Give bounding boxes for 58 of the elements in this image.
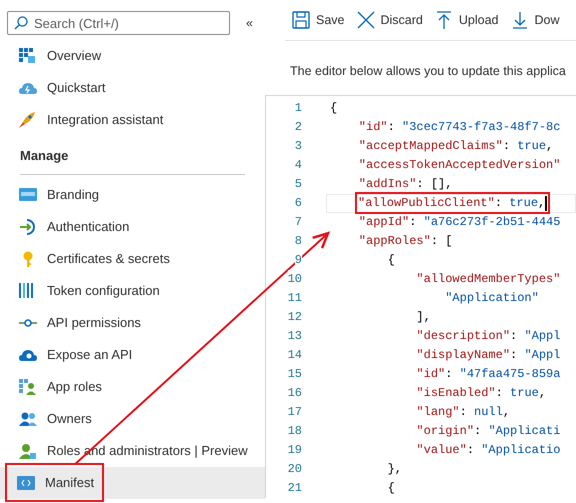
code-line: "appRoles": [ — [358, 233, 452, 250]
sidebar-item[interactable]: Overview — [0, 40, 265, 72]
toolbar-button[interactable]: Upload — [434, 10, 498, 30]
sidebar-item[interactable]: API permissions — [0, 306, 265, 338]
code-line: "origin": "Applicati — [415, 423, 560, 440]
people-icon — [19, 410, 37, 426]
sidebar-item[interactable]: Authentication — [0, 210, 265, 242]
sidebar-item[interactable]: Quickstart — [0, 72, 265, 104]
sign-in-icon — [19, 218, 37, 234]
download-icon — [510, 11, 528, 29]
code-line: "addIns": [], — [358, 176, 452, 194]
upload-icon — [434, 11, 453, 29]
code-window-icon — [17, 474, 35, 490]
code-line: "allowedMemberTypes" — [415, 271, 560, 288]
code-line: "value": "Applicatio — [415, 442, 560, 460]
code-line: "isEnabled": true, — [415, 385, 546, 402]
collapse-button[interactable]: « — [246, 16, 253, 30]
code-line: "acceptMappedClaims": true, — [358, 138, 554, 156]
code-line: "accessTokenAcceptedVersion" — [358, 157, 560, 174]
sidebar-item[interactable]: Token configuration — [0, 274, 265, 306]
code-line: "lang": null, — [415, 404, 510, 422]
person-icon — [19, 442, 37, 458]
people-grid-icon — [19, 378, 37, 394]
sidebar-item[interactable]: Integration assistant — [0, 104, 265, 136]
search-field[interactable]: Search (Ctrl+/) — [7, 11, 230, 35]
toolbar-button[interactable]: Dow — [510, 10, 560, 30]
highlight-box: Manifest — [7, 464, 102, 500]
code-line: { — [386, 252, 395, 270]
grid-icon — [19, 48, 37, 64]
rocket-icon — [19, 112, 37, 128]
code-line: }, — [386, 461, 402, 478]
code-editor[interactable] — [265, 94, 576, 498]
description-text: The editor below allows you to update this applica — [290, 63, 567, 80]
sidebar-item[interactable]: Owners — [0, 402, 265, 434]
section-heading: Manage — [20, 146, 245, 174]
code-line: "appId": "a76c273f-2b51-4445 — [358, 214, 560, 232]
code-line: "Application" — [444, 290, 539, 308]
code-line: { — [330, 100, 338, 118]
key-icon — [23, 250, 33, 266]
sidebar-item[interactable]: Expose an API — [0, 338, 265, 370]
sidebar-item[interactable]: Branding — [0, 178, 265, 210]
text-cursor — [545, 196, 548, 211]
window-icon — [19, 186, 37, 202]
sidebar-item[interactable]: App roles — [0, 370, 265, 402]
code-line: "allowPublicClient": true, — [358, 195, 546, 212]
code-line: "description": "Appl — [415, 328, 560, 346]
close-icon — [356, 11, 374, 29]
toolbar-button[interactable]: Discard — [356, 10, 423, 30]
code-line: "displayName": "Appl — [415, 347, 560, 364]
search-icon — [14, 16, 28, 30]
cloud-icon — [19, 80, 37, 96]
code-line: "id": "3cec7743-f7a3-48f7-8c — [358, 119, 560, 136]
toolbar-button[interactable]: Save — [292, 10, 344, 30]
sidebar-item[interactable]: Certificates & secrets — [0, 242, 265, 274]
code-line: ], — [415, 309, 431, 326]
save-icon — [292, 11, 310, 29]
code-line: "id": "47faa475-859a — [415, 366, 560, 384]
code-line: { — [386, 480, 395, 498]
